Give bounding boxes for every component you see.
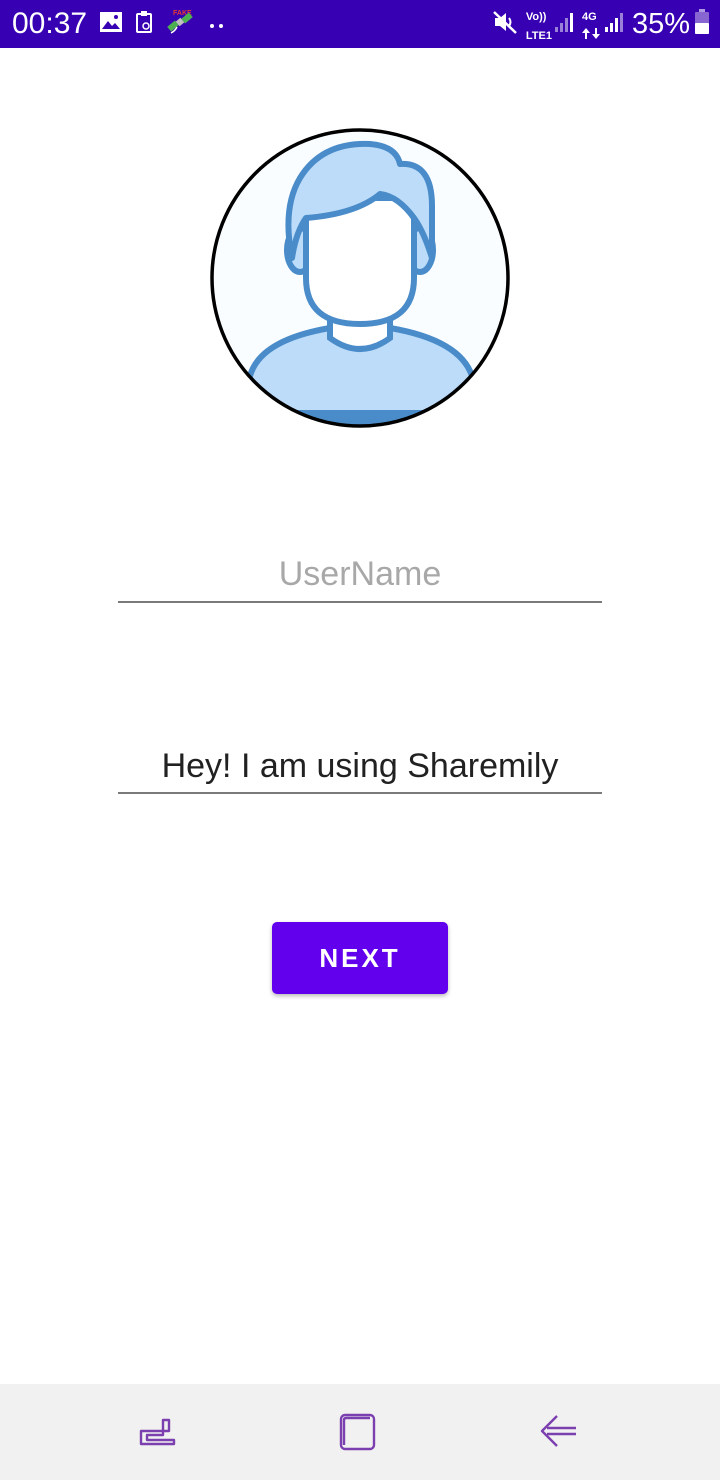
status-value: Hey! I am using Sharemily	[161, 747, 559, 785]
home-button[interactable]	[333, 1408, 381, 1456]
recent-apps-icon	[139, 1418, 176, 1446]
mute-icon	[492, 9, 518, 39]
satellite-icon: FAKE	[165, 7, 195, 41]
username-placeholder: UserName	[278, 555, 442, 593]
network-type-icon: 4G	[581, 5, 600, 43]
navigation-bar	[0, 1384, 720, 1480]
back-button[interactable]	[535, 1408, 583, 1456]
network-label: 4G	[581, 11, 597, 23]
status-bar-right: Vo)) LTE1 4G 35%	[484, 0, 710, 48]
back-icon	[540, 1415, 576, 1447]
battery-icon	[694, 9, 710, 39]
more-dots-icon	[207, 15, 227, 34]
volte-icon: Vo)) LTE1	[526, 5, 552, 43]
status-time: 00:37	[12, 7, 88, 40]
lte-label: LTE1	[525, 30, 552, 42]
status-bar-left: 00:37 FAKE	[12, 0, 227, 48]
username-input[interactable]: UserName	[118, 543, 602, 603]
recent-apps-button[interactable]	[133, 1408, 181, 1456]
profile-avatar[interactable]	[210, 128, 510, 428]
volte-label: Vo))	[525, 11, 547, 23]
clipboard-icon	[135, 10, 153, 38]
image-icon	[99, 11, 123, 37]
user-avatar-icon	[210, 128, 510, 428]
status-input[interactable]: Hey! I am using Sharemily	[118, 734, 602, 794]
signal-icon-2	[604, 11, 624, 37]
next-button[interactable]: NEXT	[272, 922, 448, 994]
battery-percent: 35%	[631, 7, 690, 40]
status-bar: 00:37 FAKE Vo)) LTE1 4G 35%	[0, 0, 720, 48]
next-button-label: NEXT	[319, 942, 401, 973]
home-icon	[339, 1413, 376, 1451]
signal-icon-1	[554, 11, 574, 37]
